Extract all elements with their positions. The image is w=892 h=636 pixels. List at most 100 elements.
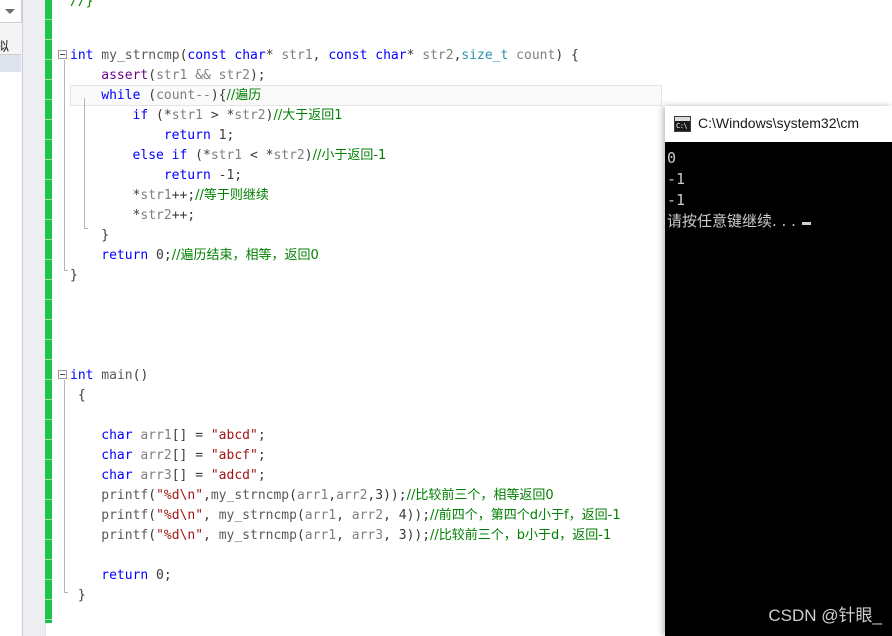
code-token-kw: const bbox=[328, 48, 368, 63]
code-line[interactable]: if (*str1 > *str2)//大于返回1 bbox=[133, 106, 343, 126]
code-token-pun: ; bbox=[257, 428, 266, 443]
code-line[interactable]: assert(str1 && str2); bbox=[101, 66, 265, 86]
block-guide-line bbox=[64, 60, 65, 270]
code-token-pun: ; bbox=[257, 468, 266, 483]
code-token-typ: size_t bbox=[461, 48, 509, 63]
code-line[interactable]: char arr1[] = "abcd"; bbox=[101, 426, 265, 446]
code-line[interactable]: char arr3[] = "adcd"; bbox=[101, 466, 265, 486]
code-line[interactable]: } bbox=[70, 266, 78, 286]
code-token-pun: ++; bbox=[171, 208, 196, 223]
code-token-pun: ( bbox=[148, 68, 157, 83]
code-token-kw: return bbox=[163, 168, 211, 183]
code-line[interactable]: int my_strncmp(const char* str1, const c… bbox=[70, 46, 579, 66]
console-prompt-line: 请按任意键继续. . . bbox=[667, 211, 892, 232]
code-line[interactable]: //} bbox=[70, 0, 93, 12]
code-line[interactable]: } bbox=[101, 226, 109, 246]
code-token-pun: (* bbox=[148, 108, 172, 123]
change-bar-segment-gap bbox=[45, 479, 52, 480]
code-line[interactable]: while (count--){//遍历 bbox=[101, 86, 261, 106]
code-token-pun: , bbox=[336, 528, 352, 543]
change-bar-segment-gap bbox=[45, 419, 52, 420]
code-token-pun: < * bbox=[242, 148, 274, 163]
code-token-id: arr1 bbox=[304, 508, 337, 523]
code-line[interactable]: else if (*str1 < *str2)//小于返回-1 bbox=[133, 146, 387, 166]
code-token-str: "abcd" bbox=[210, 428, 258, 443]
editor-gutter[interactable] bbox=[23, 0, 46, 636]
code-line[interactable]: *str2++; bbox=[133, 206, 196, 226]
change-bar-segment-gap bbox=[45, 619, 52, 620]
code-token-cmt: //小于返回-1 bbox=[312, 148, 387, 163]
code-token-num: 0 bbox=[148, 248, 164, 263]
code-token-pun: , bbox=[383, 528, 399, 543]
code-token-kw: int bbox=[70, 48, 94, 63]
change-bar-segment-gap bbox=[45, 559, 52, 560]
console-cursor bbox=[801, 222, 811, 225]
code-line[interactable]: *str1++;//等于则继续 bbox=[133, 186, 269, 206]
code-token-pun: * bbox=[265, 48, 282, 63]
block-guide-foot bbox=[84, 228, 88, 229]
code-token-pun: )); bbox=[383, 488, 407, 503]
code-token-pun: } bbox=[77, 588, 86, 603]
code-token-id: arr2 bbox=[351, 508, 384, 523]
code-line[interactable]: printf("%d\n", my_strncmp(arr1, arr3, 3)… bbox=[101, 526, 611, 546]
code-line[interactable]: return 1; bbox=[164, 126, 234, 146]
code-token-num: 1 bbox=[210, 128, 227, 143]
code-token-cmt: //比较前三个，相等返回0 bbox=[406, 488, 554, 503]
code-fold-toggle[interactable] bbox=[58, 50, 67, 59]
code-token-kw: char bbox=[101, 428, 133, 443]
console-title-bar[interactable]: C:\ C:\Windows\system32\cm bbox=[665, 106, 892, 143]
code-token-id: arr3 bbox=[132, 468, 172, 483]
code-token-pun: [] = bbox=[171, 448, 211, 463]
change-bar-segment-gap bbox=[45, 219, 52, 220]
code-token-num: 3 bbox=[375, 488, 384, 503]
code-token-id: str1 bbox=[281, 48, 313, 63]
code-token-fn: printf bbox=[101, 528, 149, 543]
code-token-id: arr2 bbox=[132, 448, 172, 463]
console-icon-label: C:\ bbox=[676, 122, 688, 130]
left-selected-item[interactable] bbox=[0, 54, 21, 74]
change-bar-segment-gap bbox=[45, 579, 52, 580]
code-token-cmt: //遍历 bbox=[226, 88, 262, 103]
left-panel-label: 拟 bbox=[0, 40, 10, 55]
code-token-kw: else if bbox=[132, 148, 188, 163]
code-token-pun: , bbox=[383, 508, 399, 523]
console-output-line: -1 bbox=[667, 191, 686, 209]
code-token-fn: my_strncmp bbox=[210, 488, 290, 503]
code-token-id: str2 bbox=[140, 208, 172, 223]
code-line[interactable]: return -1; bbox=[164, 166, 242, 186]
console-window[interactable]: C:\ C:\Windows\system32\cm 0 -1 -1 请按任意键… bbox=[665, 106, 892, 636]
code-line[interactable]: printf("%d\n",my_strncmp(arr1,arr2,3));/… bbox=[101, 486, 553, 506]
code-token-pun: ( bbox=[296, 528, 305, 543]
code-token-id: arr1 bbox=[304, 528, 337, 543]
code-token-kw: char bbox=[101, 468, 133, 483]
code-token-pun: ){ bbox=[210, 88, 227, 103]
change-bar-segment-gap bbox=[45, 539, 52, 540]
code-token-kw: return bbox=[163, 128, 211, 143]
code-token-id: str2 bbox=[422, 48, 454, 63]
change-bar-segment-gap bbox=[45, 319, 52, 320]
code-token-str: "%d\n" bbox=[156, 488, 204, 503]
left-dropdown-button[interactable] bbox=[0, 0, 22, 23]
chevron-down-icon bbox=[5, 9, 15, 14]
code-line[interactable]: { bbox=[78, 386, 86, 406]
code-token-kw: return bbox=[101, 568, 149, 583]
code-line[interactable]: } bbox=[78, 586, 86, 606]
change-bar-segment-gap bbox=[45, 39, 52, 40]
change-bar-segment-gap bbox=[45, 399, 52, 400]
code-token-pun: } bbox=[70, 268, 78, 283]
code-line[interactable]: return 0;//遍历结束，相等，返回0 bbox=[101, 246, 318, 266]
code-line[interactable]: int main() bbox=[70, 366, 148, 386]
code-token-pun: ; bbox=[226, 128, 235, 143]
code-token-num: -1 bbox=[210, 168, 235, 183]
code-line[interactable]: printf("%d\n", my_strncmp(arr1, arr2, 4)… bbox=[101, 506, 620, 526]
code-token-pun: ( bbox=[140, 88, 157, 103]
code-token-cmt: //} bbox=[70, 0, 94, 9]
code-line[interactable]: return 0; bbox=[101, 566, 171, 586]
change-bar-segment-gap bbox=[45, 119, 52, 120]
code-fold-toggle[interactable] bbox=[58, 370, 67, 379]
code-token-pun: ( bbox=[296, 508, 305, 523]
code-line[interactable]: char arr2[] = "abcf"; bbox=[101, 446, 265, 466]
left-panel-body bbox=[0, 72, 21, 636]
code-token-pun: { bbox=[77, 388, 86, 403]
code-token-pun: )); bbox=[406, 528, 431, 543]
